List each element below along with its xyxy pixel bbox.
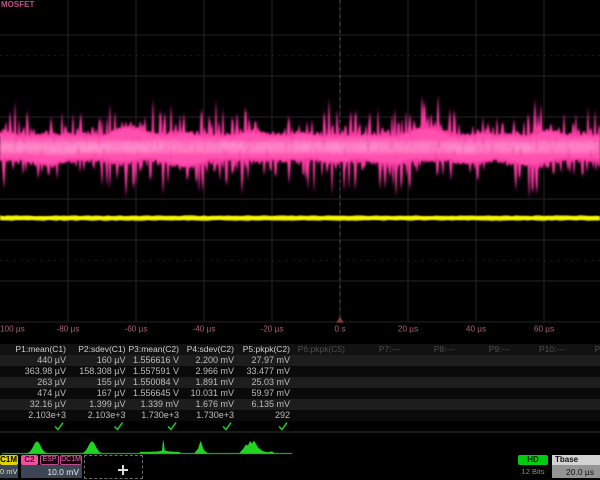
svg-text:60 µs: 60 µs (534, 325, 554, 334)
svg-text:-80 µs: -80 µs (57, 325, 80, 334)
svg-text:-60 µs: -60 µs (125, 325, 148, 334)
svg-text:20 µs: 20 µs (398, 325, 418, 334)
svg-text:100 µs: 100 µs (0, 325, 25, 334)
svg-text:-40 µs: -40 µs (193, 325, 216, 334)
svg-text:MOSFET: MOSFET (1, 0, 34, 9)
svg-text:40 µs: 40 µs (466, 325, 486, 334)
svg-text:-20 µs: -20 µs (261, 325, 284, 334)
svg-text:0 s: 0 s (335, 325, 346, 334)
